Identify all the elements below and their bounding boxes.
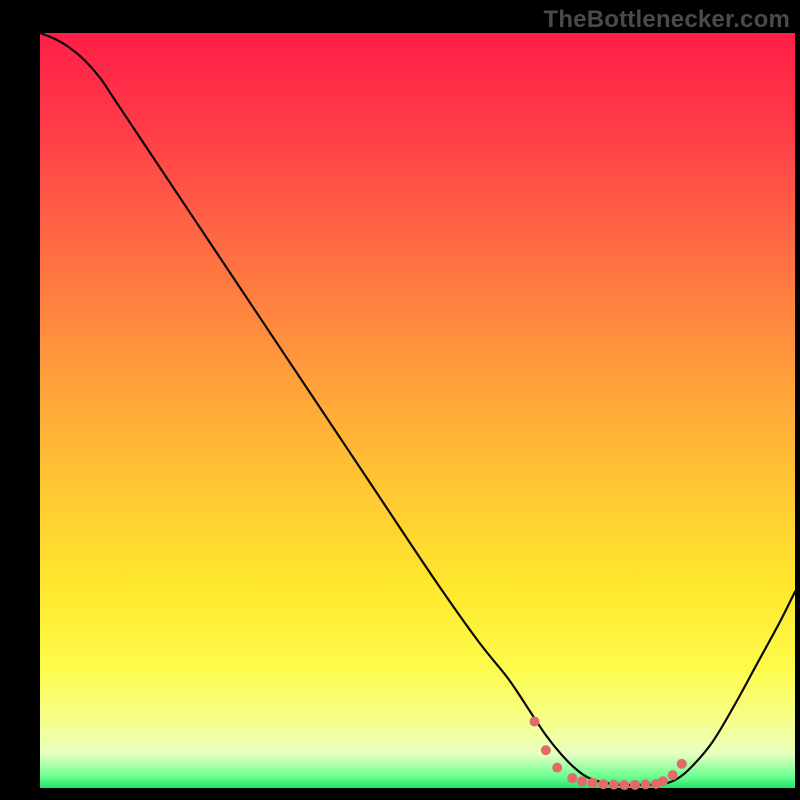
highlight-dot — [552, 763, 562, 773]
highlight-dot — [630, 780, 640, 790]
highlight-dot — [658, 776, 668, 786]
chart-frame: TheBottlenecker.com — [0, 0, 800, 800]
attribution-label: TheBottlenecker.com — [543, 6, 790, 34]
highlight-dot — [677, 759, 687, 769]
highlight-dot — [609, 780, 619, 790]
plot-background — [40, 33, 795, 788]
highlight-dot — [530, 717, 540, 727]
highlight-dot — [541, 745, 551, 755]
highlight-dot — [588, 778, 598, 788]
highlight-dot — [668, 770, 678, 780]
highlight-dot — [598, 779, 608, 789]
bottleneck-chart — [0, 0, 800, 800]
highlight-dot — [641, 779, 651, 789]
highlight-dot — [619, 780, 629, 790]
highlight-dot — [567, 773, 577, 783]
highlight-dot — [577, 776, 587, 786]
